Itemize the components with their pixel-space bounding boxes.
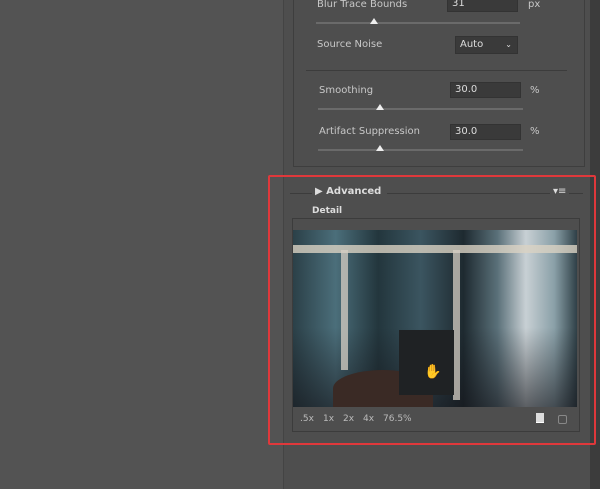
smoothing-input[interactable]: 30.0 xyxy=(450,82,521,98)
blur-trace-bounds-unit: px xyxy=(528,0,541,10)
smoothing-thumb[interactable] xyxy=(376,104,384,110)
blur-trace-bounds-thumb[interactable] xyxy=(370,18,378,24)
blur-settings-group xyxy=(293,0,585,167)
source-noise-label: Source Noise xyxy=(317,39,383,50)
smoothing-slider[interactable] xyxy=(318,108,523,110)
highlight-box xyxy=(268,175,596,445)
artifact-suppression-label: Artifact Suppression xyxy=(319,126,420,137)
artifact-suppression-thumb[interactable] xyxy=(376,145,384,151)
smoothing-unit: % xyxy=(530,85,540,96)
artifact-suppression-input[interactable]: 30.0 xyxy=(450,124,521,140)
chevron-down-icon: ⌄ xyxy=(505,40,512,49)
source-noise-dropdown[interactable]: Auto ⌄ xyxy=(455,36,518,54)
source-noise-value: Auto xyxy=(460,39,484,50)
smoothing-label: Smoothing xyxy=(319,85,374,96)
divider xyxy=(306,70,567,71)
blur-trace-bounds-label: Blur Trace Bounds xyxy=(317,0,408,10)
artifact-suppression-slider[interactable] xyxy=(318,149,523,151)
artifact-suppression-unit: % xyxy=(530,126,540,137)
blur-trace-bounds-slider[interactable] xyxy=(316,22,520,24)
blur-trace-bounds-input[interactable]: 31 xyxy=(447,0,518,12)
